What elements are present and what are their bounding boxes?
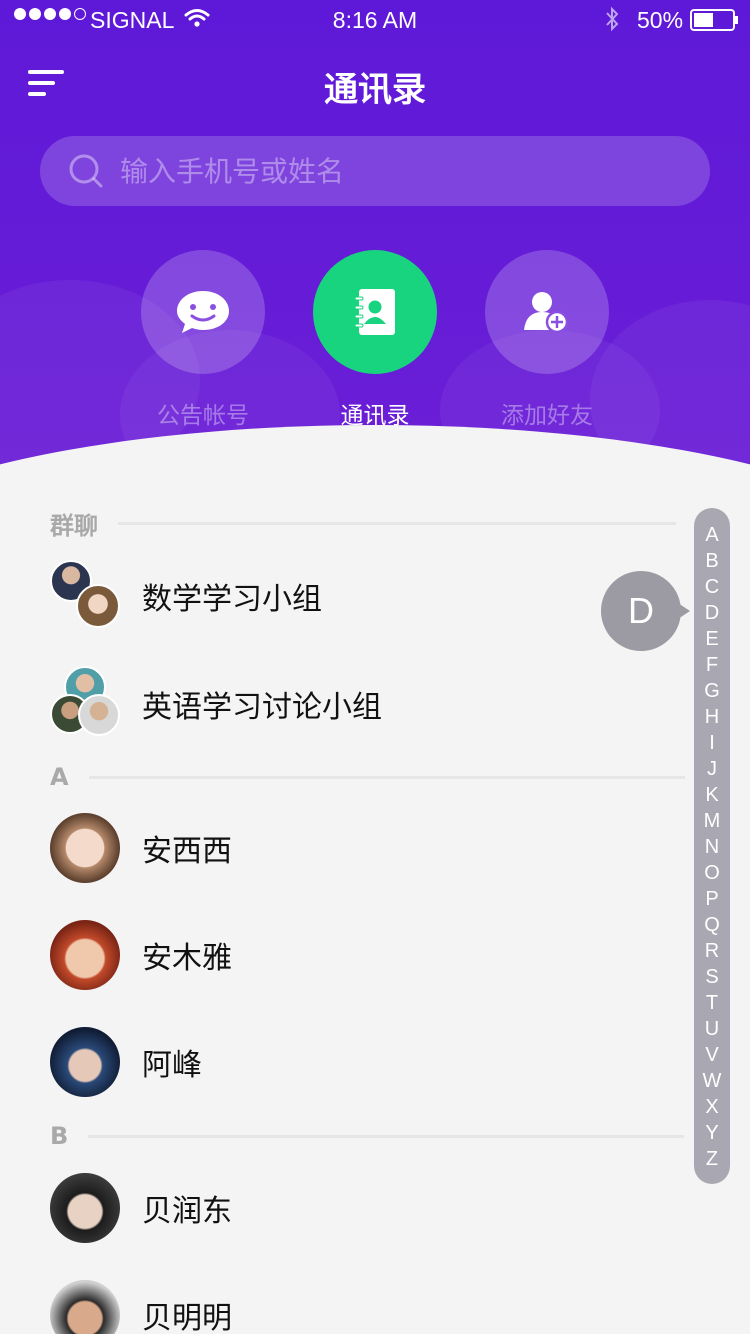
section-title: 群聊 [50, 511, 98, 540]
index-letter[interactable]: G [694, 678, 730, 704]
bluetooth-icon [606, 6, 619, 32]
section-header-b: B [50, 1121, 685, 1151]
index-letter[interactable]: C [694, 574, 730, 600]
add-friend-label: 添加好友 [501, 403, 593, 429]
index-letter[interactable]: B [694, 548, 730, 574]
page-title: 通讯录 [324, 70, 426, 110]
add-user-icon [524, 292, 569, 334]
list-item-group-english[interactable]: 英语学习讨论小组 [50, 664, 670, 744]
search-input[interactable] [120, 136, 680, 206]
list-item-contact[interactable]: 安木雅 [50, 915, 670, 995]
index-letter[interactable]: Z [694, 1146, 730, 1172]
public-accounts-circle[interactable] [141, 250, 265, 374]
index-letter[interactable]: I [694, 730, 730, 756]
search-icon [69, 154, 103, 188]
chat-bubble-icon [177, 291, 229, 333]
contact-name: 贝润东 [142, 1194, 232, 1229]
index-letter[interactable]: F [694, 652, 730, 678]
list-item-contact[interactable]: 贝明明 [50, 1275, 670, 1334]
contacts-circle[interactable] [313, 250, 437, 374]
avatar [50, 1173, 120, 1243]
section-divider [118, 521, 676, 525]
index-letter[interactable]: P [694, 886, 730, 912]
index-letter[interactable]: Q [694, 912, 730, 938]
list-item-contact[interactable]: 贝润东 [50, 1168, 670, 1248]
list-item-contact[interactable]: 阿峰 [50, 1022, 670, 1102]
index-letter[interactable]: M [694, 808, 730, 834]
index-letter[interactable]: V [694, 1042, 730, 1068]
section-title: A [50, 763, 69, 791]
section-divider [88, 775, 685, 779]
battery-percentage: 50% [637, 7, 684, 33]
index-letter[interactable]: K [694, 782, 730, 808]
index-letter[interactable]: X [694, 1094, 730, 1120]
status-bar: SIGNAL 8:16 AM 50% [0, 0, 750, 40]
avatar [50, 813, 120, 883]
index-letter[interactable]: H [694, 704, 730, 730]
index-letter[interactable]: W [694, 1068, 730, 1094]
section-header-groups: 群聊 [50, 508, 676, 540]
index-letter[interactable]: T [694, 990, 730, 1016]
contact-name: 安西西 [142, 834, 232, 869]
contact-name: 数学学习小组 [142, 582, 322, 617]
alphabet-index-bar[interactable]: A B C D E F G H I J K M N O P Q R S T U … [694, 508, 730, 1184]
avatar [50, 1027, 120, 1097]
public-accounts-button[interactable]: 公告帐号 [113, 250, 293, 430]
index-letter[interactable]: D [694, 600, 730, 626]
section-divider [88, 1134, 685, 1138]
group-avatar [76, 584, 120, 628]
section-title: B [50, 1122, 69, 1150]
contact-name: 贝明明 [142, 1301, 232, 1334]
add-friend-circle[interactable] [485, 250, 609, 374]
avatar [50, 920, 120, 990]
index-letter[interactable]: R [694, 938, 730, 964]
avatar [50, 1280, 120, 1334]
battery-icon [690, 9, 738, 31]
section-header-a: A [50, 762, 685, 792]
list-item-contact[interactable]: 安西西 [50, 808, 670, 888]
list-item-group-math[interactable]: 数学学习小组 [50, 556, 670, 636]
contact-name: 英语学习讨论小组 [142, 690, 382, 725]
public-accounts-label: 公告帐号 [157, 403, 249, 429]
index-letter[interactable]: S [694, 964, 730, 990]
contacts-label: 通讯录 [340, 403, 410, 429]
search-bar[interactable] [40, 136, 710, 206]
index-letter[interactable]: O [694, 860, 730, 886]
contact-book-icon [354, 289, 395, 335]
contact-name: 安木雅 [142, 941, 232, 976]
contacts-button[interactable]: 通讯录 [285, 250, 465, 430]
group-avatar [78, 694, 120, 736]
current-index-bubble: D [601, 571, 690, 651]
index-letter[interactable]: J [694, 756, 730, 782]
index-letter[interactable]: N [694, 834, 730, 860]
contact-name: 阿峰 [142, 1048, 202, 1083]
index-letter[interactable]: A [694, 522, 730, 548]
index-letter[interactable]: U [694, 1016, 730, 1042]
add-friend-button[interactable]: 添加好友 [457, 250, 637, 430]
index-letter[interactable]: Y [694, 1120, 730, 1146]
index-letter[interactable]: E [694, 626, 730, 652]
